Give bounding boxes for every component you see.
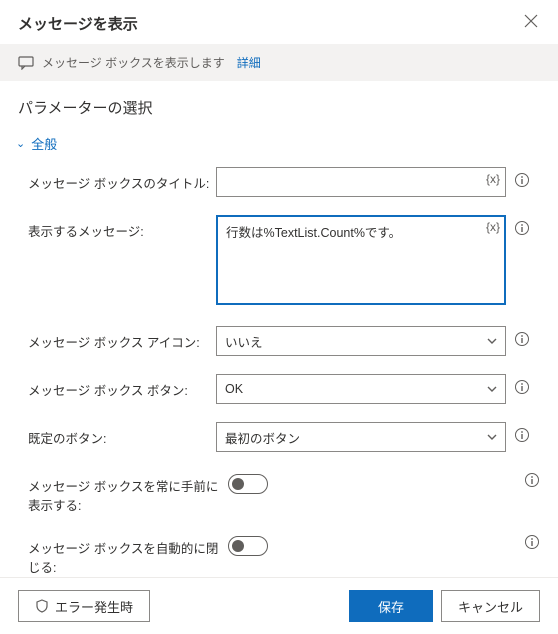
topmost-toggle[interactable] [228,474,268,494]
info-icon[interactable] [514,172,530,188]
info-bar: メッセージ ボックスを表示します 詳細 [0,44,558,81]
autoclose-toggle[interactable] [228,536,268,556]
select-wrap: 最初のボタン [216,422,506,452]
save-button[interactable]: 保存 [349,590,433,622]
default-btn-select[interactable]: 最初のボタン [216,422,506,452]
row-autoclose: メッセージ ボックスを自動的に閉じる: [28,532,540,576]
shield-icon [35,599,49,613]
icon-select-value: いいえ [225,332,263,351]
variable-picker-icon[interactable]: {x} [486,220,500,234]
info-link[interactable]: 詳細 [237,54,261,71]
info-icon[interactable] [514,220,530,236]
section-title: パラメーターの選択 [18,97,540,118]
label-buttons: メッセージ ボックス ボタン: [28,374,216,399]
on-error-button[interactable]: エラー発生時 [18,590,150,622]
info-icon[interactable] [514,379,530,395]
select-wrap: OK [216,374,506,404]
cancel-label: キャンセル [458,597,523,616]
label-default-btn: 既定のボタン: [28,422,216,447]
icon-select[interactable]: いいえ [216,326,506,356]
dialog-header: メッセージを表示 [0,0,558,44]
row-default-btn: 既定のボタン: 最初のボタン [28,422,540,452]
close-button[interactable] [522,12,540,34]
message-icon [18,56,34,70]
group-general-toggle[interactable]: ⌄ 全般 [16,134,540,153]
info-text: メッセージ ボックスを表示します [42,54,225,71]
row-icon: メッセージ ボックス アイコン: いいえ [28,326,540,356]
close-icon [524,14,538,28]
input-wrap: {x} [216,167,506,197]
dialog-content: パラメーターの選択 ⌄ 全般 メッセージ ボックスのタイトル: {x} 表示する… [0,81,558,577]
row-buttons: メッセージ ボックス ボタン: OK [28,374,540,404]
info-icon[interactable] [524,472,540,488]
buttons-select-value: OK [225,382,243,396]
row-topmost: メッセージ ボックスを常に手前に表示する: [28,470,540,514]
dialog-title: メッセージを表示 [18,13,138,34]
label-message: 表示するメッセージ: [28,215,216,240]
cancel-button[interactable]: キャンセル [441,590,540,622]
msgbox-title-input[interactable] [216,167,506,197]
message-textarea[interactable] [216,215,506,305]
label-autoclose: メッセージ ボックスを自動的に閉じる: [28,532,228,576]
label-icon: メッセージ ボックス アイコン: [28,326,216,351]
variable-picker-icon[interactable]: {x} [486,172,500,186]
label-topmost: メッセージ ボックスを常に手前に表示する: [28,470,228,514]
info-icon[interactable] [524,534,540,550]
chevron-down-icon: ⌄ [16,137,25,150]
row-message: 表示するメッセージ: {x} [28,215,540,308]
dialog-footer: エラー発生時 保存 キャンセル [0,577,558,634]
label-msgbox-title: メッセージ ボックスのタイトル: [28,167,216,192]
buttons-select[interactable]: OK [216,374,506,404]
on-error-label: エラー発生時 [55,597,133,616]
default-btn-select-value: 最初のボタン [225,428,300,447]
info-icon[interactable] [514,331,530,347]
textarea-wrap: {x} [216,215,506,308]
row-msgbox-title: メッセージ ボックスのタイトル: {x} [28,167,540,197]
save-label: 保存 [378,597,404,616]
info-icon[interactable] [514,427,530,443]
select-wrap: いいえ [216,326,506,356]
group-general-label: 全般 [31,134,57,153]
